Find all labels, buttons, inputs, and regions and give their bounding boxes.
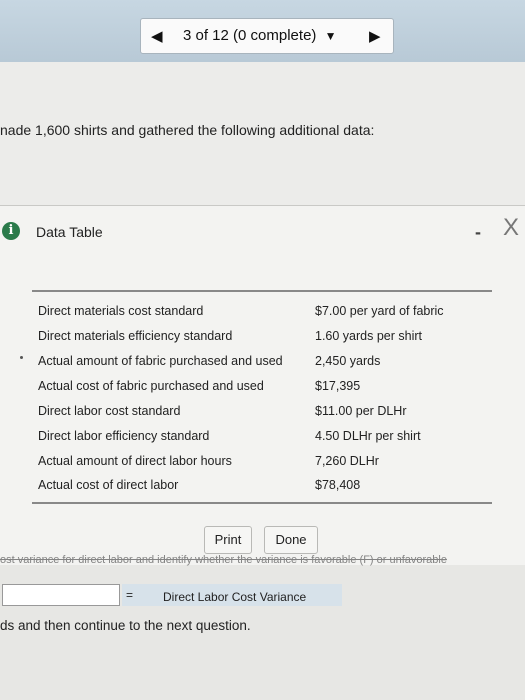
row-label: Actual amount of direct labor hours — [38, 454, 232, 468]
row-value: 7,260 DLHr — [315, 454, 379, 468]
question-intro-text: nade 1,600 shirts and gathered the follo… — [0, 122, 375, 138]
next-question-icon[interactable]: ▶ — [369, 27, 381, 45]
row-label: Actual amount of fabric purchased and us… — [38, 354, 283, 368]
print-button[interactable]: Print — [204, 526, 252, 554]
chevron-down-icon: ▼ — [324, 29, 337, 43]
equals-sign: = — [126, 588, 134, 602]
row-value: $7.00 per yard of fabric — [315, 304, 444, 318]
question-progress-label: 3 of 12 (0 complete) — [183, 27, 317, 44]
previous-question-icon[interactable]: ◀ — [151, 27, 163, 45]
table-row: Actual amount of direct labor hours 7,26… — [32, 454, 492, 478]
close-icon[interactable]: X — [503, 214, 519, 242]
info-icon: i — [2, 222, 20, 240]
row-label: Direct labor efficiency standard — [38, 429, 210, 443]
minimize-icon[interactable]: - — [475, 222, 481, 243]
question-progress-dropdown[interactable]: 3 of 12 (0 complete) ▼ — [183, 27, 336, 44]
table-row: Actual amount of fabric purchased and us… — [32, 354, 492, 378]
top-navigation-bar: ◀ 3 of 12 (0 complete) ▼ ▶ — [0, 0, 525, 62]
done-button[interactable]: Done — [264, 526, 318, 554]
table-row: Actual cost of direct labor $78,408 — [32, 478, 492, 502]
row-value: 1.60 yards per shirt — [315, 329, 422, 343]
question-navigator: ◀ 3 of 12 (0 complete) ▼ ▶ — [140, 18, 394, 54]
table-row: Direct materials efficiency standard 1.6… — [32, 329, 492, 353]
table-row: Direct labor efficiency standard 4.50 DL… — [32, 429, 492, 453]
variance-label: Direct Labor Cost Variance — [163, 590, 307, 604]
row-value: 4.50 DLHr per shirt — [315, 429, 421, 443]
row-value: $17,395 — [315, 379, 361, 393]
dialog-title: Data Table — [36, 224, 103, 240]
row-value: 2,450 yards — [315, 354, 381, 368]
decorative-dot — [20, 356, 23, 359]
obscured-instruction-text: ost variance for direct labor and identi… — [0, 554, 447, 566]
table-row: Direct materials cost standard $7.00 per… — [32, 304, 492, 328]
row-label: Direct materials cost standard — [38, 304, 204, 318]
answer-input[interactable] — [2, 584, 120, 606]
row-label: Direct labor cost standard — [38, 404, 181, 418]
row-label: Direct materials efficiency standard — [38, 329, 233, 343]
row-value: $11.00 per DLHr — [315, 404, 407, 418]
row-label: Actual cost of fabric purchased and used — [38, 379, 264, 393]
table-row: Direct labor cost standard $11.00 per DL… — [32, 404, 492, 428]
data-table: Direct materials cost standard $7.00 per… — [32, 290, 492, 504]
row-value: $78,408 — [315, 478, 361, 492]
row-label: Actual cost of direct labor — [38, 478, 179, 492]
instruction-footer: ds and then continue to the next questio… — [0, 618, 251, 633]
table-row: Actual cost of fabric purchased and used… — [32, 379, 492, 403]
